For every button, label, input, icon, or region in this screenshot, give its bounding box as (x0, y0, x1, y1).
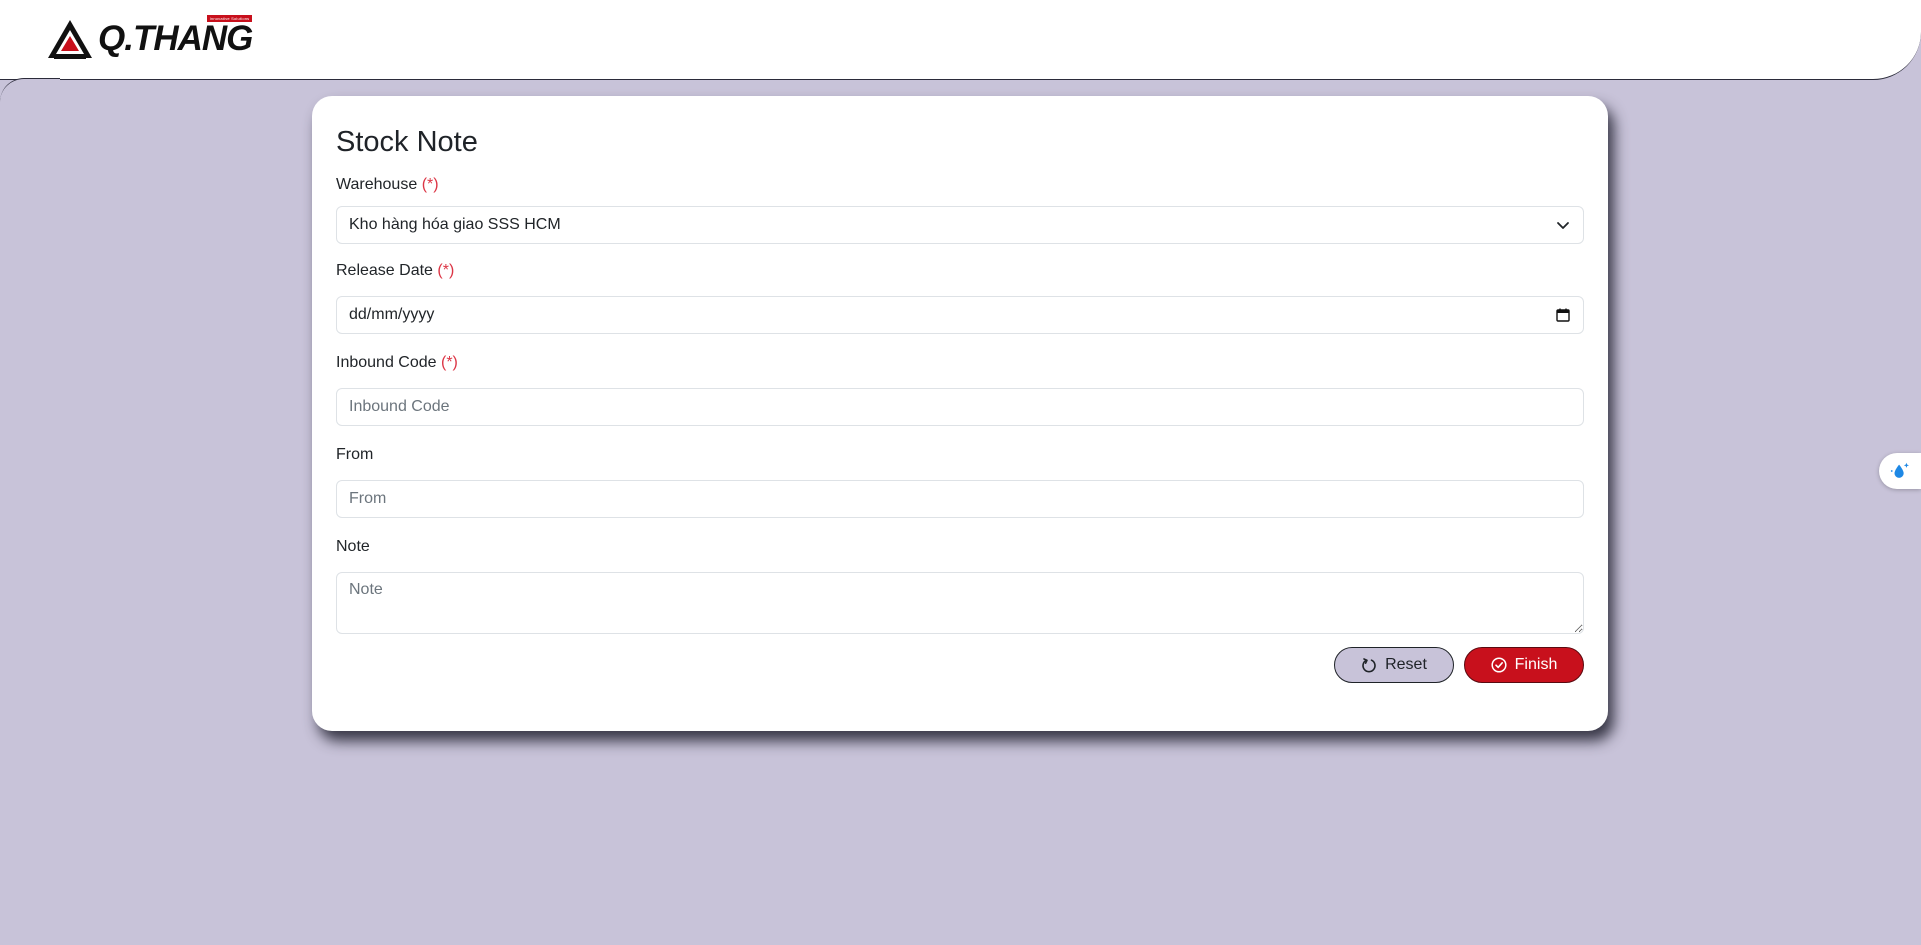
water-drop-sparkle-icon (1890, 462, 1909, 478)
form-actions: Reset Finish (1334, 647, 1584, 683)
from-input[interactable] (336, 480, 1584, 518)
calendar-icon[interactable] (1555, 307, 1571, 323)
inbound-code-label: Inbound Code (336, 354, 437, 371)
inbound-code-input[interactable] (336, 388, 1584, 426)
release-date-label: Release Date (336, 262, 433, 279)
page-title: Stock Note (336, 126, 478, 158)
stock-note-form: Stock Note Warehouse (*) Kho hàng hóa gi… (312, 96, 1608, 731)
required-marker: (*) (440, 354, 458, 371)
from-field: From (336, 444, 1584, 518)
release-date-placeholder: dd/mm/yyyy (349, 306, 435, 323)
logo-tagline: Innovative Solutions (206, 15, 253, 22)
warehouse-selected-value: Kho hàng hóa giao SSS HCM (349, 216, 561, 233)
note-label: Note (336, 538, 370, 555)
logo-text: Q.THANG (98, 19, 253, 58)
note-field: Note (336, 536, 1584, 634)
from-label: From (336, 446, 374, 463)
reset-button[interactable]: Reset (1334, 647, 1454, 683)
finish-button-label: Finish (1514, 656, 1558, 673)
warehouse-label: Warehouse (336, 176, 418, 193)
header-curve (0, 78, 60, 102)
side-widget-button[interactable] (1879, 453, 1921, 489)
release-date-field: Release Date (*) dd/mm/yyyy (336, 260, 1584, 334)
required-marker: (*) (437, 262, 455, 279)
logo-mark-icon (48, 20, 92, 59)
chevron-down-icon (1557, 222, 1569, 229)
release-date-input[interactable]: dd/mm/yyyy (336, 296, 1584, 334)
company-logo[interactable]: Innovative Solutions Q.THANG (46, 15, 276, 60)
note-textarea[interactable] (336, 572, 1584, 634)
reset-icon (1362, 658, 1376, 673)
check-circle-icon (1491, 657, 1507, 673)
app-header: Innovative Solutions Q.THANG (0, 0, 1921, 80)
inbound-code-field: Inbound Code (*) (336, 352, 1584, 426)
required-marker: (*) (421, 176, 439, 193)
reset-button-label: Reset (1385, 656, 1427, 673)
warehouse-field: Warehouse (*) Kho hàng hóa giao SSS HCM (336, 174, 1584, 244)
finish-button[interactable]: Finish (1464, 647, 1584, 683)
warehouse-select[interactable]: Kho hàng hóa giao SSS HCM (336, 206, 1584, 244)
